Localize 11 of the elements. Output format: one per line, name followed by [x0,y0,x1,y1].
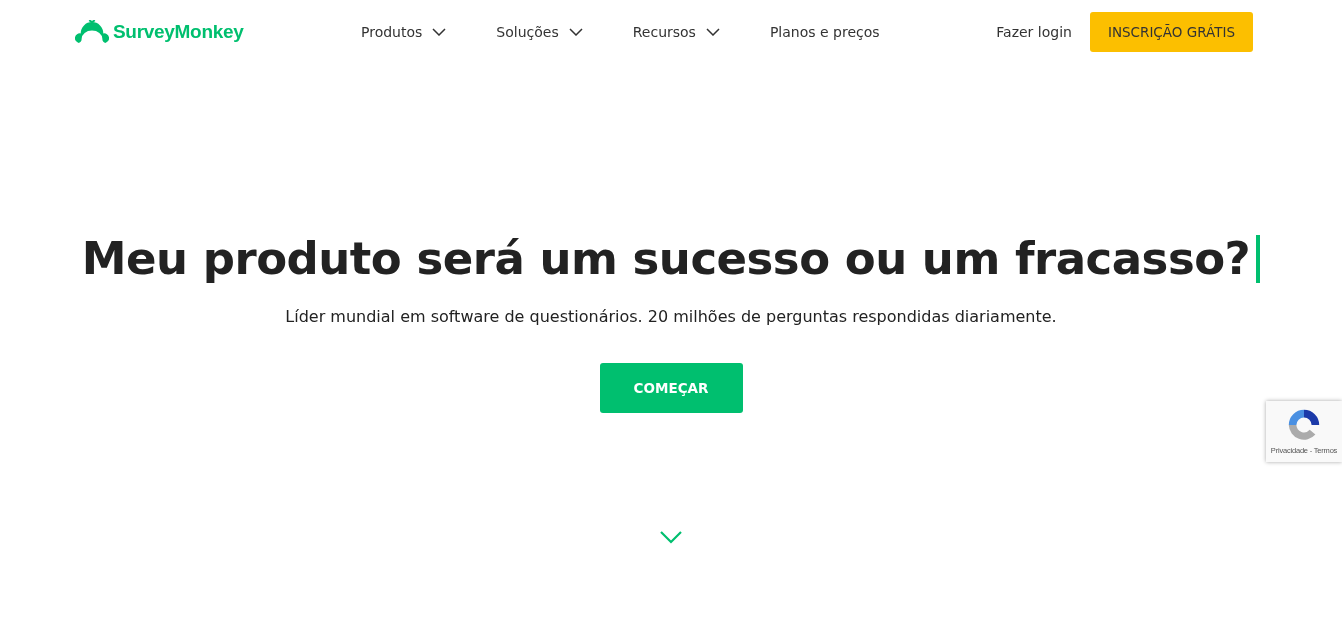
nav-link[interactable]: Planos e preços [769,24,880,40]
login-link[interactable]: Fazer login [996,24,1072,40]
monkey-logo-icon[interactable] [75,19,109,45]
text-cursor-icon [1256,234,1261,283]
nav-link[interactable]: Produtos [361,24,447,40]
chevron-down-icon[interactable] [659,530,683,544]
nav-link[interactable]: Recursos [632,24,720,40]
hero-title: Meu produto será um sucesso ou um fracasso? [81,232,1251,285]
hero-subtitle: Líder mundial em software de questionários. 20 milhões de perguntas respondidas diariamente. [285,307,1057,326]
signup-button[interactable]: INSCRIÇÃO GRÁTIS [1089,12,1253,52]
nav-link[interactable]: Soluções [496,24,583,40]
